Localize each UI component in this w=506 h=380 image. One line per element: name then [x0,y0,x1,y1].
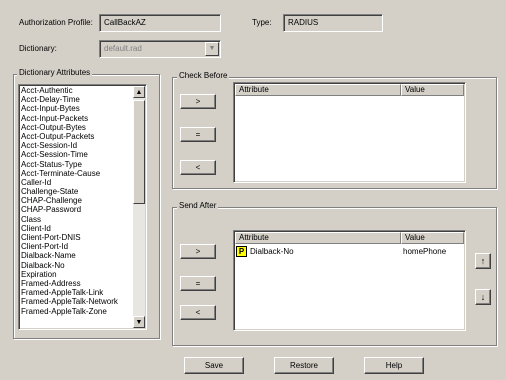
dictionary-select-value: default.rad [104,44,142,53]
scroll-down-icon[interactable]: ▼ [133,316,145,328]
list-item[interactable]: Acct-Output-Packets [19,132,146,141]
send-after-col-attribute[interactable]: Attribute [235,232,401,244]
list-item[interactable]: Client-Port-Id [19,242,146,251]
send-after-remove-button[interactable]: < [180,305,216,320]
list-item[interactable]: Framed-Address [19,279,146,288]
list-item[interactable]: Acct-Output-Bytes [19,123,146,132]
list-item[interactable]: Class [19,215,146,224]
list-item[interactable]: Challenge-State [19,187,146,196]
list-item[interactable]: Client-Port-DNIS [19,233,146,242]
list-item[interactable]: Acct-Delay-Time [19,95,146,104]
parameter-icon: P [236,246,247,257]
send-after-equals-button[interactable]: = [180,276,216,291]
restore-button[interactable]: Restore [274,357,334,374]
send-after-table[interactable]: Attribute Value P Dialback-No homePhone [233,230,466,331]
list-item[interactable]: Expiration [19,270,146,279]
type-field[interactable]: RADIUS [283,14,383,32]
list-item[interactable]: Acct-Status-Type [19,160,146,169]
dictionary-select[interactable]: default.rad ▼ [99,40,221,58]
chevron-down-icon[interactable]: ▼ [205,42,219,56]
move-down-button[interactable]: ↓ [475,289,491,305]
save-button[interactable]: Save [184,357,244,374]
list-item[interactable]: CHAP-Password [19,205,146,214]
list-item[interactable]: Acct-Session-Id [19,141,146,150]
scroll-thumb[interactable] [133,100,145,204]
dictionary-label: Dictionary: [19,44,57,53]
list-item[interactable]: Framed-AppleTalk-Zone [19,307,146,316]
arrow-down-icon: ↓ [480,292,486,302]
list-item[interactable]: Dialback-No [19,261,146,270]
list-item[interactable]: Acct-Input-Bytes [19,104,146,113]
check-before-title: Check Before [177,71,230,81]
list-item[interactable]: Framed-AppleTalk-Link [19,288,146,297]
list-item[interactable]: Acct-Authentic [19,86,146,95]
dictionary-attributes-list[interactable]: Acct-Authentic Acct-Delay-Time Acct-Input-… [18,84,147,330]
send-after-col-value[interactable]: Value [401,232,464,244]
check-before-table[interactable]: Attribute Value [233,82,466,183]
list-item[interactable]: Framed-AppleTalk-Network [19,297,146,306]
list-item[interactable]: Acct-Input-Packets [19,114,146,123]
check-before-col-attribute[interactable]: Attribute [235,84,401,96]
check-before-add-button[interactable]: > [180,94,216,109]
arrow-up-icon: ↑ [480,256,486,266]
auth-profile-label: Authorization Profile: [19,18,93,27]
list-item[interactable]: Acct-Session-Time [19,150,146,159]
list-item[interactable]: Caller-Id [19,178,146,187]
list-item[interactable]: Acct-Terminate-Cause [19,169,146,178]
list-item[interactable]: Dialback-Name [19,251,146,260]
row-value: homePhone [403,247,447,256]
send-after-add-button[interactable]: > [180,244,216,259]
type-label: Type: [252,18,272,27]
row-attribute: Dialback-No [250,247,294,256]
list-item[interactable]: CHAP-Challenge [19,196,146,205]
move-up-button[interactable]: ↑ [475,253,491,269]
list-scrollbar[interactable]: ▲ ▼ [133,86,145,328]
list-item[interactable]: Client-Id [19,224,146,233]
dictionary-attributes-title: Dictionary Attributes [17,68,93,78]
send-after-title: Send After [177,201,219,211]
check-before-remove-button[interactable]: < [180,160,216,175]
table-row[interactable]: P Dialback-No homePhone [236,245,464,257]
scroll-up-icon[interactable]: ▲ [133,86,145,98]
help-button[interactable]: Help [364,357,424,374]
auth-profile-field[interactable]: CallBackAZ [99,14,221,32]
check-before-col-value[interactable]: Value [401,84,464,96]
check-before-equals-button[interactable]: = [180,127,216,142]
